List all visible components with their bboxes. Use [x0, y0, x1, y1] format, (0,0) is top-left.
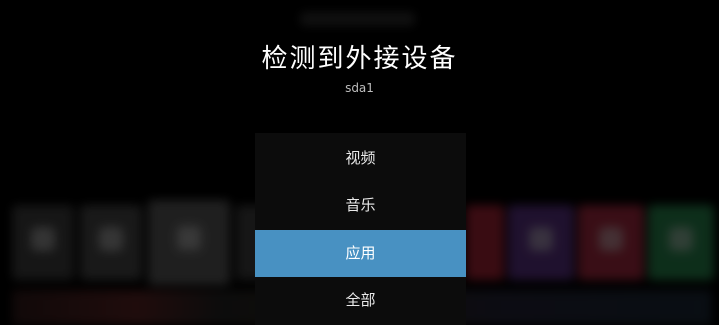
menu-item-apps[interactable]: 应用 — [255, 230, 466, 277]
menu-item-music[interactable]: 音乐 — [255, 182, 466, 229]
menu-item-video[interactable]: 视频 — [255, 135, 466, 182]
tv-screen: 检测到外接设备 sda1 视频 音乐 应用 全部 — [0, 0, 719, 325]
dialog-title: 检测到外接设备 — [261, 44, 458, 74]
device-name: sda1 — [345, 81, 374, 95]
source-menu: 视频 音乐 应用 全部 — [255, 133, 466, 325]
menu-item-all[interactable]: 全部 — [255, 277, 466, 324]
